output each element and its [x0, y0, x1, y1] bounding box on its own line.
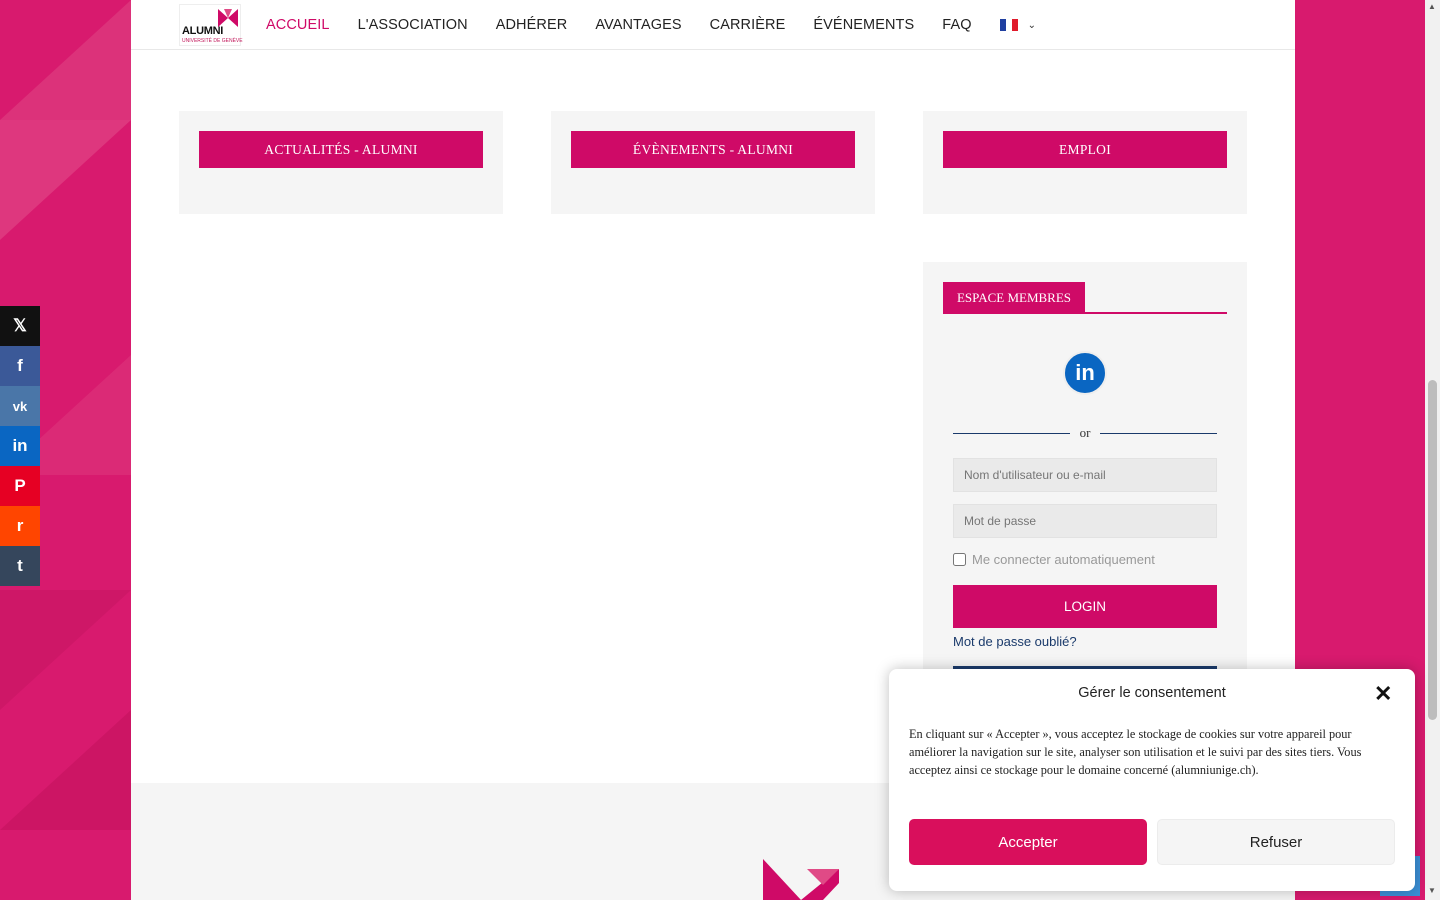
- logo[interactable]: ALUMNI UNIVERSITÉ DE GENÈVE: [179, 4, 243, 46]
- emploi-button[interactable]: EMPLOI: [943, 131, 1227, 168]
- header: ALUMNI UNIVERSITÉ DE GENÈVE ACCUEIL L'AS…: [131, 0, 1295, 50]
- card-emploi: EMPLOI: [923, 111, 1247, 214]
- refuse-button[interactable]: Refuser: [1157, 819, 1395, 865]
- scrollbar[interactable]: ▲ ▼: [1425, 0, 1440, 900]
- tumblr-share-icon[interactable]: t: [0, 546, 40, 586]
- evenements-button[interactable]: ÉVÈNEMENTS - ALUMNI: [571, 131, 855, 168]
- nav-item-adherer[interactable]: ADHÉRER: [496, 17, 568, 33]
- nav-item-association[interactable]: L'ASSOCIATION: [358, 17, 468, 33]
- login-button[interactable]: LOGIN: [953, 585, 1217, 628]
- tab-espace-membres[interactable]: ESPACE MEMBRES: [943, 282, 1085, 313]
- card-actualites: ACTUALITÉS - ALUMNI: [179, 111, 503, 214]
- scroll-down-icon[interactable]: ▼: [1428, 886, 1436, 895]
- remember-label: Me connecter automatiquement: [972, 552, 1155, 567]
- reddit-share-icon[interactable]: r: [0, 506, 40, 546]
- vk-share-icon[interactable]: vk: [0, 386, 40, 426]
- scroll-up-icon[interactable]: ▲: [1428, 2, 1436, 11]
- actualites-button[interactable]: ACTUALITÉS - ALUMNI: [199, 131, 483, 168]
- x-share-icon[interactable]: 𝕏: [0, 306, 40, 346]
- consent-text: En cliquant sur « Accepter », vous accep…: [909, 727, 1362, 777]
- close-icon[interactable]: ✕: [1374, 681, 1392, 707]
- card-evenements: ÉVÈNEMENTS - ALUMNI: [551, 111, 875, 214]
- nav-item-accueil[interactable]: ACCUEIL: [266, 17, 330, 33]
- consent-title: Gérer le consentement: [1078, 685, 1226, 701]
- forgot-password-link[interactable]: Mot de passe oublié?: [953, 634, 1077, 649]
- language-switcher[interactable]: ⌄: [999, 19, 1036, 31]
- or-label: or: [1070, 425, 1100, 441]
- nav-item-evenements[interactable]: ÉVÉNEMENTS: [813, 17, 914, 33]
- fr-flag-icon: [999, 19, 1018, 31]
- chevron-down-icon: ⌄: [1027, 19, 1036, 31]
- logo-text: ALUMNI: [182, 25, 223, 37]
- nav-item-avantages[interactable]: AVANTAGES: [595, 17, 681, 33]
- social-share-bar: 𝕏 f vk in P r t: [0, 306, 40, 586]
- pinterest-share-icon[interactable]: P: [0, 466, 40, 506]
- logo-subtitle: UNIVERSITÉ DE GENÈVE: [182, 38, 243, 44]
- username-input[interactable]: [953, 458, 1217, 492]
- accept-button[interactable]: Accepter: [909, 819, 1147, 865]
- nav-item-carriere[interactable]: CARRIÈRE: [710, 17, 786, 33]
- consent-dialog: Gérer le consentement ✕ En cliquant sur …: [889, 669, 1415, 891]
- scrollbar-thumb[interactable]: [1428, 380, 1437, 720]
- nav-item-faq[interactable]: FAQ: [942, 17, 971, 33]
- footer-logo-icon: [763, 859, 839, 900]
- remember-me[interactable]: Me connecter automatiquement: [953, 552, 1155, 567]
- facebook-share-icon[interactable]: f: [0, 346, 40, 386]
- password-input[interactable]: [953, 504, 1217, 538]
- main-nav: ACCUEIL L'ASSOCIATION ADHÉRER AVANTAGES …: [266, 0, 1036, 50]
- members-panel: ESPACE MEMBRES in or Me connecter automa…: [923, 262, 1247, 692]
- linkedin-share-icon[interactable]: in: [0, 426, 40, 466]
- remember-checkbox[interactable]: [953, 553, 966, 566]
- linkedin-login-icon[interactable]: in: [1063, 351, 1107, 395]
